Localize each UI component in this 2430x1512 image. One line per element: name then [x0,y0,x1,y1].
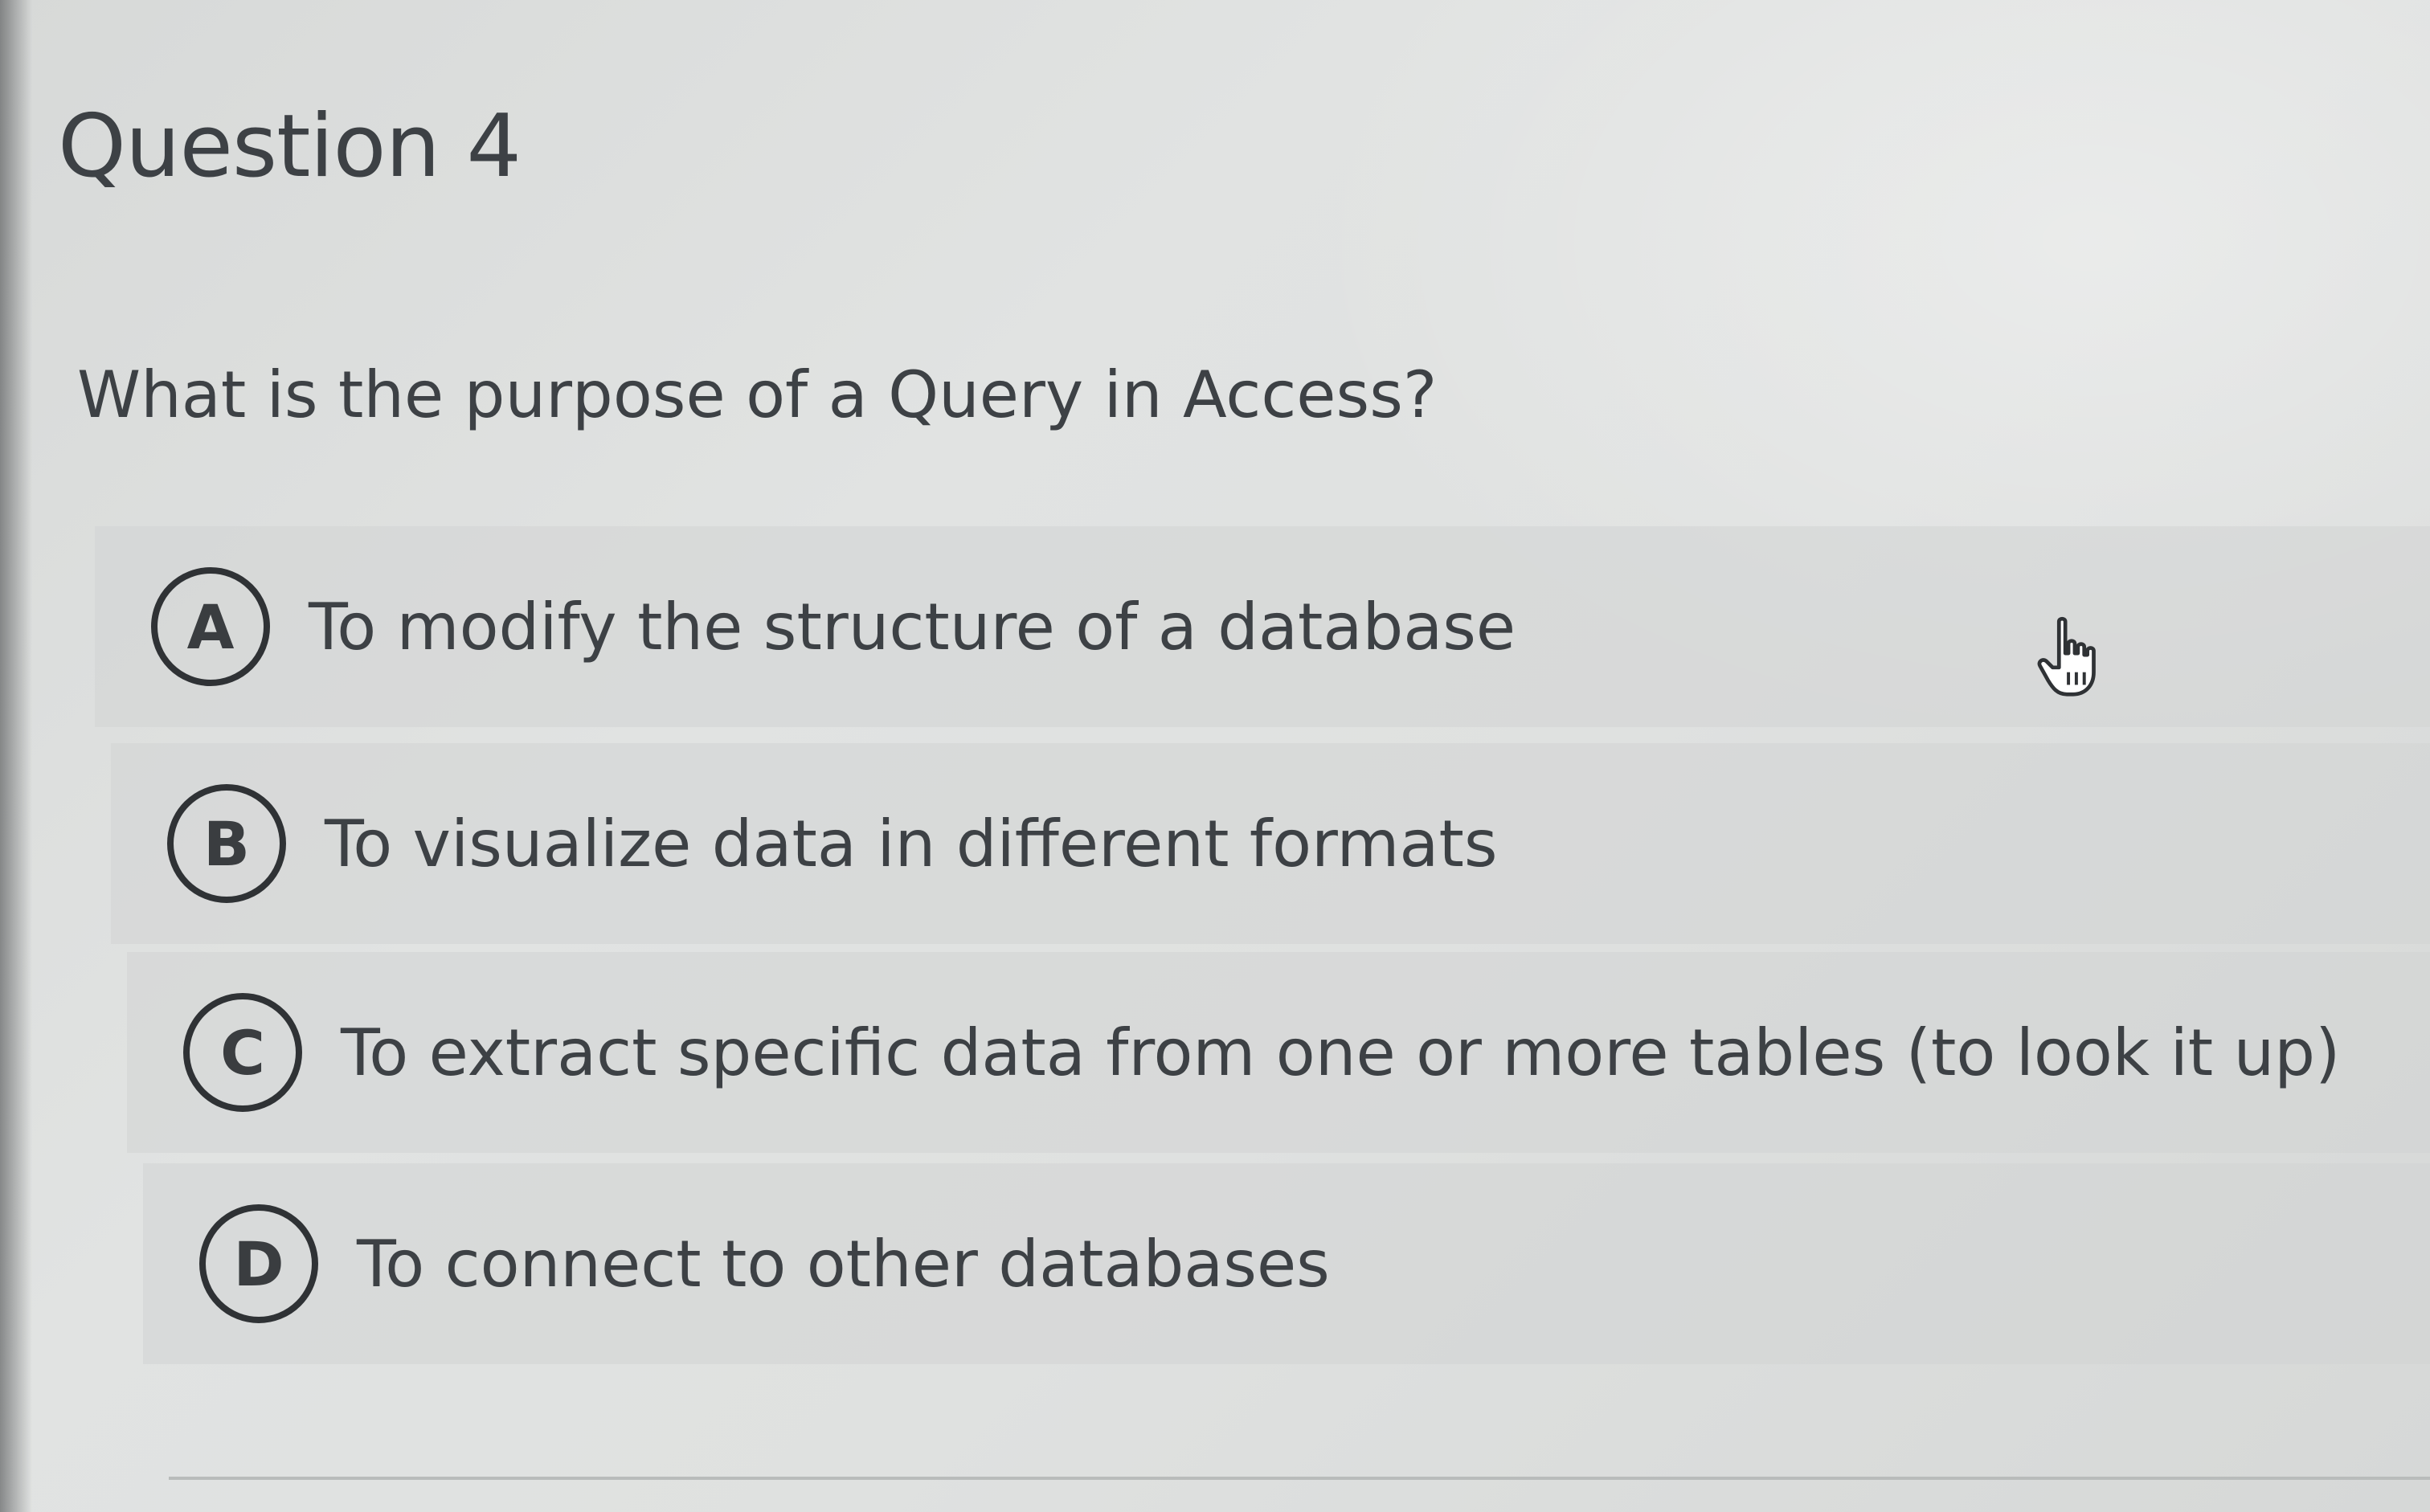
option-label-a: To modify the structure of a database [309,589,1516,664]
pointer-hand-icon [2037,616,2096,697]
answer-option-c[interactable]: C To extract specific data from one or m… [127,952,2430,1153]
question-title: Question 4 [58,96,522,197]
option-letter-badge-a: A [151,567,270,686]
question-prompt: What is the purpose of a Query in Access… [77,358,1438,432]
answer-option-b[interactable]: B To visualize data in different formats [111,743,2430,944]
option-label-d: To connect to other databases [357,1226,1330,1302]
option-label-c: To extract specific data from one or mor… [341,1015,2341,1090]
screen-edge-shadow [0,0,32,1512]
bottom-divider [169,1477,2430,1480]
option-letter-badge-c: C [183,993,302,1112]
answer-option-d[interactable]: D To connect to other databases [143,1163,2430,1364]
option-label-b: To visualize data in different formats [325,806,1498,881]
option-letter-badge-d: D [199,1204,318,1323]
option-letter-badge-b: B [167,784,286,903]
